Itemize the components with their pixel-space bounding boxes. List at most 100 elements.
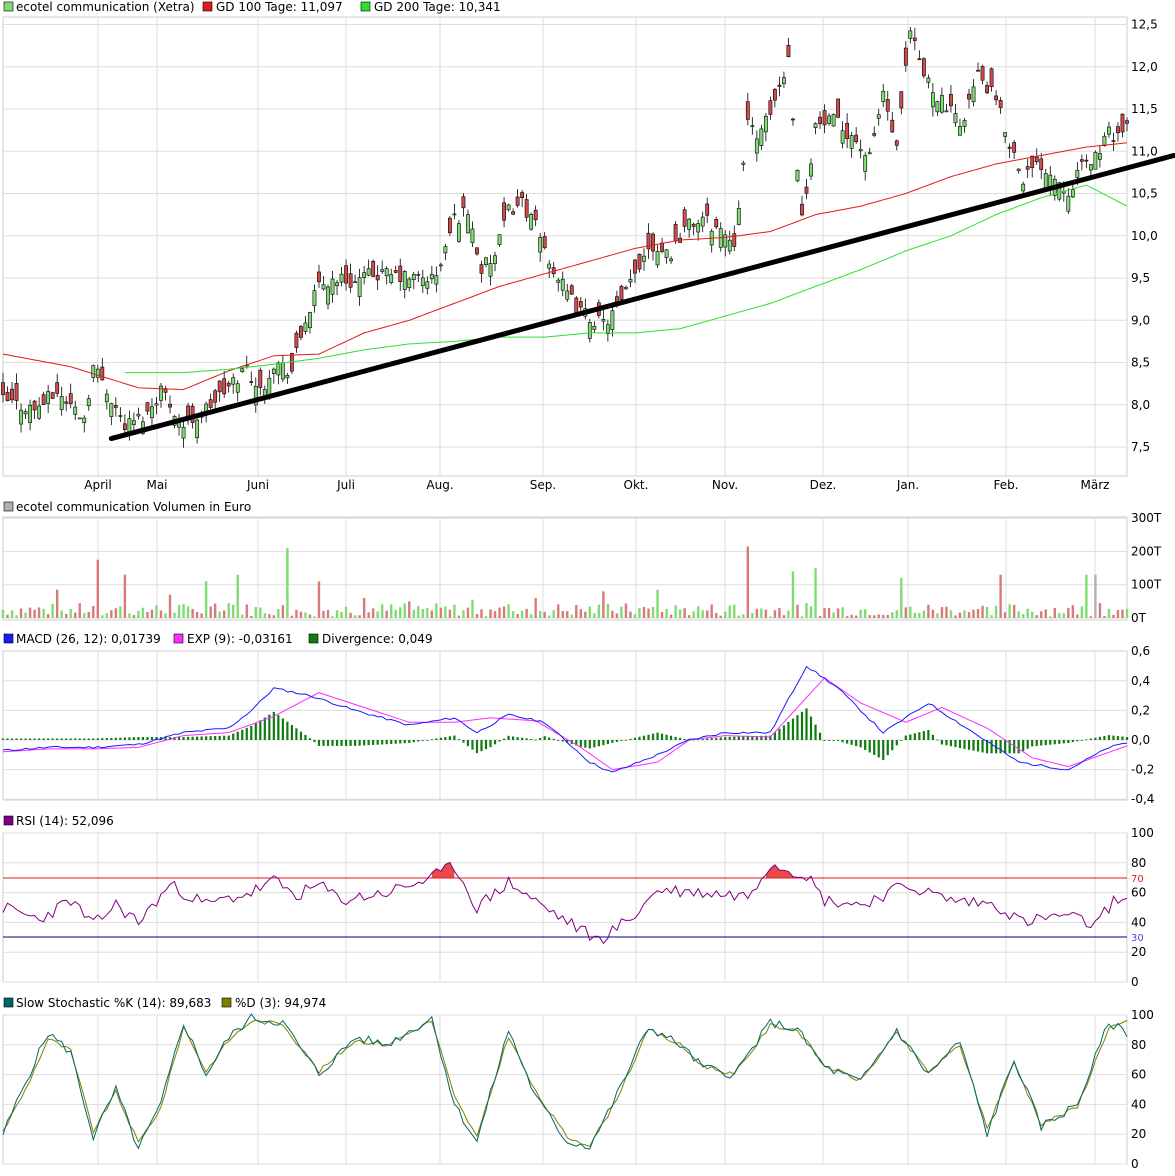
divergence-bar-0 — [1, 738, 5, 740]
volume-bar-153 — [692, 611, 695, 618]
candle-body-200 — [903, 47, 908, 66]
divergence-bar-128 — [579, 740, 582, 747]
price-x-tick-6: Okt. — [624, 478, 649, 492]
candle-body-95 — [429, 273, 434, 280]
rsi-level-70-label: 70 — [1131, 874, 1144, 885]
volume-legend-label: ecotel communication Volumen in Euro — [16, 500, 251, 514]
divergence-bar-24 — [110, 737, 113, 740]
divergence-bar-41 — [186, 736, 190, 740]
candle-body-138 — [624, 287, 628, 290]
stochastic-panel: Slow Stochastic %K (14): 89,683 %D (3): … — [2, 996, 1154, 1171]
price-y-tick-4: 9,5 — [1131, 271, 1150, 285]
volume-bar-188 — [850, 614, 853, 618]
divergence-bar-187 — [846, 740, 849, 744]
volume-bar-21 — [96, 559, 99, 618]
divergence-bar-229 — [1035, 740, 1038, 747]
candle-body-134 — [605, 324, 610, 334]
candle-body-69 — [312, 290, 317, 307]
candle-body-17 — [77, 417, 82, 420]
candle-body-89 — [402, 271, 407, 290]
candle-body-121 — [547, 263, 552, 269]
volume-bar-214 — [967, 612, 971, 618]
candle-body-131 — [592, 325, 597, 330]
price-x-tick-2: Juni — [246, 478, 269, 492]
volume-bar-50 — [227, 603, 230, 618]
volume-bar-194 — [877, 614, 880, 618]
candle-body-91 — [411, 274, 416, 280]
divergence-bar-32 — [146, 737, 149, 740]
candle-body-76 — [344, 265, 348, 284]
volume-bar-31 — [141, 607, 145, 618]
volume-bar-142 — [642, 606, 646, 618]
divergence-bar-192 — [868, 740, 871, 753]
divergence-bar-105 — [475, 740, 479, 754]
volume-bar-113 — [511, 611, 515, 618]
divergence-bar-191 — [864, 740, 867, 750]
candle-body-156 — [705, 203, 710, 216]
candle-body-94 — [425, 281, 430, 289]
divergence-bar-198 — [895, 740, 898, 746]
candle-body-110 — [497, 234, 502, 245]
volume-bar-42 — [191, 608, 194, 618]
divergence-bar-73 — [331, 740, 334, 746]
candle-body-215 — [971, 86, 976, 103]
volume-bar-86 — [390, 604, 393, 618]
divergence-bar-233 — [1053, 740, 1056, 745]
rsi-y-tick-3: 60 — [1131, 886, 1146, 900]
candle-body-84 — [380, 269, 385, 272]
candle-body-128 — [578, 301, 583, 308]
volume-bar-70 — [317, 581, 321, 618]
candle-body-72 — [326, 286, 330, 305]
volume-bar-137 — [620, 606, 623, 618]
volume-bar-163 — [737, 615, 740, 618]
candle-body-151 — [682, 209, 687, 227]
volume-bar-30 — [137, 610, 140, 618]
divergence-bar-26 — [119, 737, 122, 740]
candle-body-111 — [502, 202, 506, 221]
candle-body-65 — [294, 332, 299, 348]
candle-body-140 — [633, 259, 637, 274]
candle-body-165 — [745, 101, 750, 120]
candle-body-196 — [885, 99, 890, 112]
divergence-bar-205 — [927, 730, 930, 740]
volume-bar-121 — [548, 615, 551, 618]
candle-body-103 — [466, 214, 470, 234]
volume-bar-150 — [678, 609, 682, 618]
candle-body-152 — [687, 218, 692, 230]
volume-bar-134 — [606, 603, 610, 618]
volume-bar-132 — [597, 604, 601, 618]
stoch-plot-frame — [2, 1014, 1128, 1165]
candle-body-179 — [809, 163, 813, 177]
candle-body-246 — [1111, 140, 1116, 142]
candle-body-175 — [791, 118, 795, 121]
divergence-bar-199 — [900, 740, 903, 741]
volume-bar-247 — [1116, 610, 1120, 618]
volume-bar-100 — [453, 604, 456, 618]
divergence-bar-236 — [1067, 740, 1070, 743]
volume-bar-169 — [764, 609, 768, 618]
candle-body-224 — [1012, 142, 1017, 153]
volume-bar-175 — [791, 571, 795, 618]
candle-body-5 — [23, 411, 28, 415]
macd-y-axis: -0,4 -0,2 0,0 0,2 0,4 0,6 — [1131, 644, 1154, 806]
divergence-bar-111 — [502, 738, 506, 740]
candle-body-3 — [14, 383, 19, 401]
stoch-legend-label-0: Slow Stochastic %K (14): 89,683 — [16, 996, 211, 1010]
volume-bar-122 — [552, 610, 555, 618]
stoch-y-tick-2: 40 — [1131, 1097, 1146, 1111]
volume-bar-147 — [665, 608, 668, 618]
volume-bar-223 — [1008, 604, 1011, 618]
price-legend-label-1: GD 100 Tage: 11,097 — [216, 0, 343, 14]
divergence-bar-21 — [96, 738, 99, 740]
divergence-bar-4 — [19, 738, 23, 740]
candle-body-222 — [1003, 132, 1008, 137]
volume-bar-41 — [186, 606, 190, 618]
candle-body-100 — [452, 213, 457, 216]
candle-body-47 — [213, 390, 218, 403]
divergence-bar-106 — [480, 740, 483, 752]
price-y-axis: 7,5 8,0 8,5 9,0 9,5 10,0 10,5 11,0 11,5 12,0 12,5 — [1131, 18, 1158, 455]
candle-body-166 — [750, 125, 755, 127]
divergence-bar-12 — [56, 738, 59, 740]
candle-body-25 — [113, 405, 118, 408]
stoch-legend-swatch-1 — [221, 997, 232, 1008]
